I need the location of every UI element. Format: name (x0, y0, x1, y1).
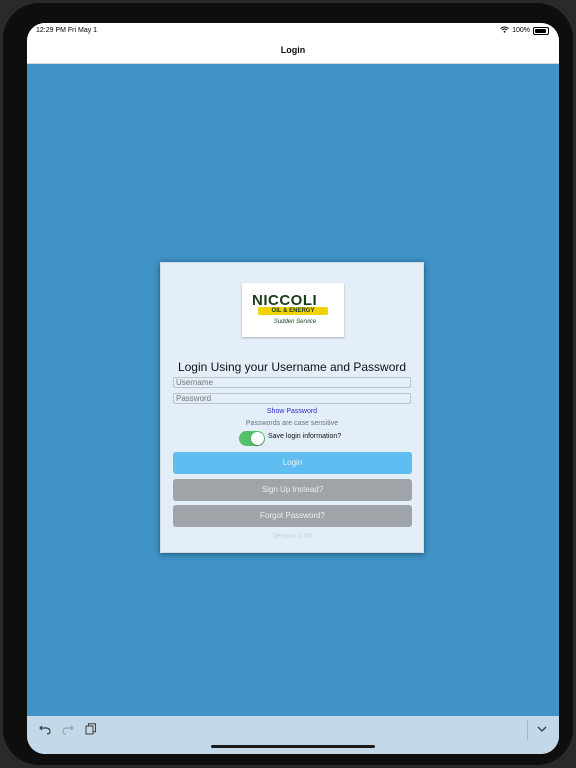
logo-band: OIL & ENERGY (258, 307, 328, 315)
copy-icon[interactable] (85, 723, 97, 738)
forgot-password-button[interactable]: Forgot Password? (173, 505, 412, 527)
page-title: Login (280, 45, 306, 55)
password-input[interactable] (173, 393, 411, 404)
wifi-icon (500, 26, 509, 35)
toggle-knob (251, 432, 264, 445)
main-content: NICCOLI OIL & ENERGY Sudden Service Logi… (27, 64, 559, 716)
screen: 12:29 PM Fri May 1 100% Login NICCOLI OI… (27, 23, 559, 754)
keyboard-toolbar (27, 716, 559, 754)
undo-icon[interactable] (39, 723, 51, 738)
redo-icon[interactable] (62, 723, 74, 738)
battery-percent: 100% (512, 27, 530, 34)
case-sensitive-hint: Passwords are case sensitive (245, 420, 339, 427)
logo-tagline: Sudden Service (273, 319, 317, 325)
show-password-link[interactable]: Show Password (161, 408, 423, 415)
nav-bar: Login (27, 39, 559, 64)
save-login-label: Save login information? (268, 433, 342, 440)
status-right: 100% (500, 26, 549, 35)
login-button[interactable]: Login (173, 452, 412, 474)
battery-icon (533, 26, 549, 35)
chevron-down-icon[interactable] (536, 723, 548, 738)
login-heading: Login Using your Username and Password (177, 360, 407, 374)
device-frame: 12:29 PM Fri May 1 100% Login NICCOLI OI… (3, 3, 573, 765)
home-indicator[interactable] (211, 745, 375, 748)
save-login-toggle[interactable] (239, 431, 265, 446)
status-time: 12:29 PM Fri May 1 (36, 27, 98, 34)
sign-up-button[interactable]: Sign Up Instead? (173, 479, 412, 501)
toolbar-separator (527, 720, 528, 740)
status-bar: 12:29 PM Fri May 1 100% (27, 23, 559, 39)
version-label: Version 3.00 (272, 533, 312, 540)
login-card: NICCOLI OIL & ENERGY Sudden Service Logi… (160, 262, 424, 553)
company-logo: NICCOLI OIL & ENERGY Sudden Service (242, 283, 344, 337)
username-input[interactable] (173, 377, 411, 388)
